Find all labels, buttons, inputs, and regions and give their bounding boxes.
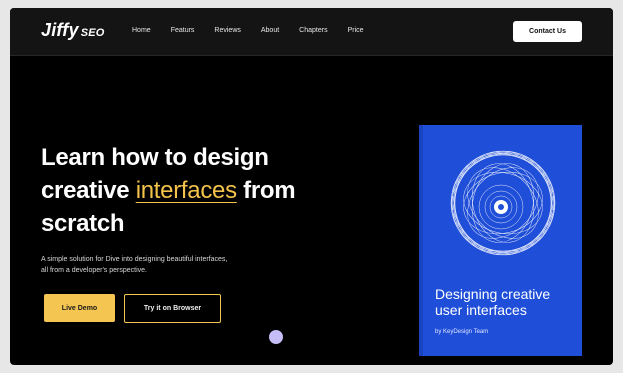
nav-menu: Home Featurs Reviews About Chapters Pric…	[132, 27, 384, 34]
nav-item-price[interactable]: Price	[348, 27, 364, 34]
nav-item-about[interactable]: About	[261, 27, 279, 34]
nav-item-features[interactable]: Featurs	[171, 27, 195, 34]
hero-subtitle-line2: all from a developer's perspective.	[41, 267, 147, 274]
hero-subtitle: A simple solution for Dive into designin…	[41, 254, 261, 276]
nav-item-home[interactable]: Home	[132, 27, 151, 34]
book-title-line1: Designing creative	[435, 286, 551, 302]
hero-title-line3: scratch	[41, 210, 125, 237]
hero-title-line2b: from	[236, 177, 296, 204]
brand-name: Jiffy	[41, 20, 79, 40]
hero-title-highlight: interfaces	[135, 177, 237, 204]
browser-frame: Jiffy SEO Home Featurs Reviews About Chap…	[0, 0, 623, 373]
try-on-browser-button[interactable]: Try it on Browser	[124, 294, 221, 323]
landing-page: Jiffy SEO Home Featurs Reviews About Chap…	[10, 8, 613, 365]
book-title-line2: user interfaces	[435, 302, 527, 318]
nav-item-reviews[interactable]: Reviews	[214, 27, 240, 34]
contact-us-button[interactable]: Contact Us	[513, 21, 582, 42]
spiral-sphere-icon	[450, 150, 556, 256]
book-author: by KeyDesign Team	[435, 329, 489, 335]
navbar: Jiffy SEO Home Featurs Reviews About Chap…	[10, 8, 613, 56]
hero-subtitle-line1: A simple solution for Dive into designin…	[41, 256, 228, 263]
book-title: Designing creative user interfaces	[435, 286, 581, 318]
hero-title-line2a: creative	[41, 177, 136, 204]
book-cover: Designing creative user interfaces by Ke…	[419, 125, 582, 356]
live-demo-button[interactable]: Live Demo	[44, 294, 115, 322]
hero-title-line1: Learn how to design	[41, 144, 269, 171]
decorative-dot	[269, 330, 283, 344]
nav-item-chapters[interactable]: Chapters	[299, 27, 327, 34]
brand-suffix: SEO	[80, 27, 105, 39]
hero-title: Learn how to design creative interfaces …	[41, 141, 361, 240]
brand-logo[interactable]: Jiffy SEO	[41, 20, 105, 41]
